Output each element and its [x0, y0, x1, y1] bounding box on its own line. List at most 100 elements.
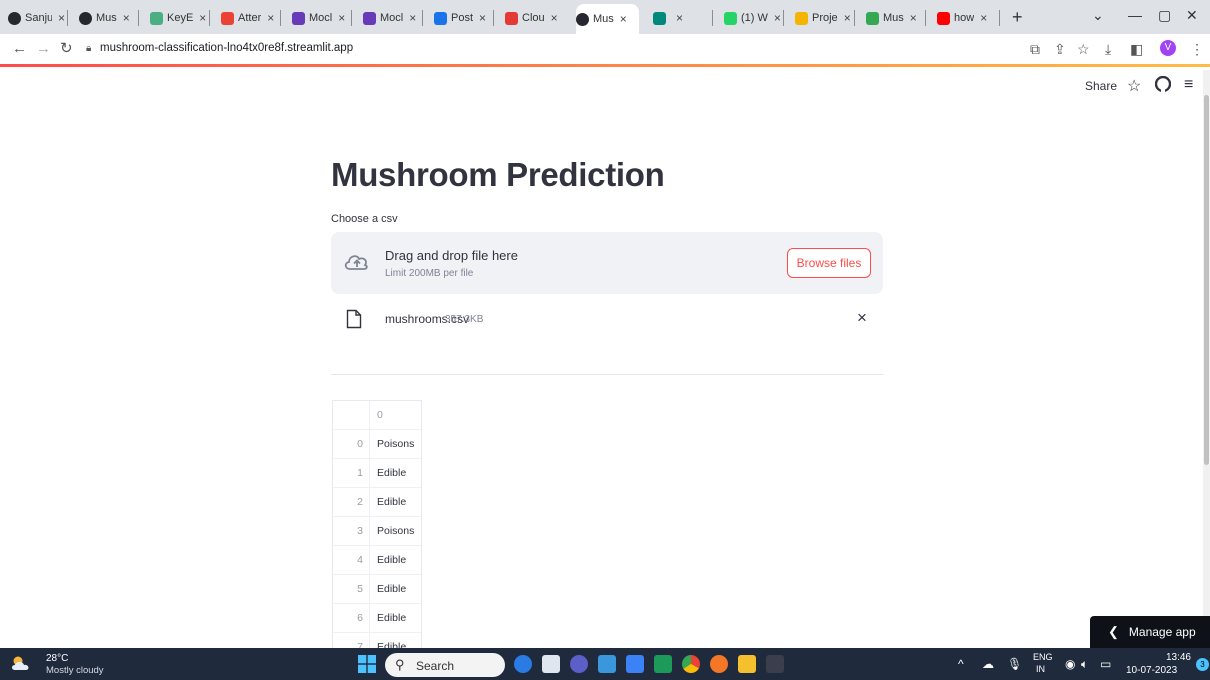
browser-tab[interactable]: how ×	[937, 6, 1000, 30]
widgets-icon[interactable]	[598, 655, 616, 673]
browser-tab[interactable]: Proje ×	[795, 6, 855, 30]
close-tab-icon[interactable]: ×	[338, 11, 345, 25]
prediction-dataframe[interactable]: 0 0 Poisons 1 Edible 2 Edible 3 Poisons 4 Edible 5 E…	[332, 400, 422, 649]
close-tab-icon[interactable]: ×	[58, 11, 65, 25]
close-tab-icon[interactable]: ×	[123, 11, 130, 25]
chrome-icon[interactable]	[682, 655, 700, 673]
lock-icon[interactable]: 🔒︎	[86, 43, 91, 54]
maximize-icon[interactable]: ▢	[1158, 7, 1171, 24]
prediction-cell[interactable]: Edible	[370, 488, 421, 516]
close-tab-icon[interactable]: ×	[409, 11, 416, 25]
prediction-cell[interactable]: Edible	[370, 575, 421, 603]
new-tab-button[interactable]: +	[1012, 8, 1023, 26]
tray-overflow-icon[interactable]: ^	[958, 657, 964, 671]
table-row[interactable]: 1 Edible	[333, 459, 421, 488]
close-tab-icon[interactable]: ×	[980, 11, 987, 25]
notification-badge[interactable]: 3	[1196, 658, 1209, 671]
address-bar[interactable]: mushroom-classification-lno4tx0re8f.stre…	[100, 42, 353, 54]
browser-tab[interactable]: ×	[653, 6, 713, 30]
browser-menu-icon[interactable]: ⋮	[1190, 40, 1204, 58]
browser-tab[interactable]: Mocl ×	[363, 6, 423, 30]
browser-tab[interactable]: Post ×	[434, 6, 494, 30]
close-tab-icon[interactable]: ×	[620, 12, 627, 26]
table-row[interactable]: 2 Edible	[333, 488, 421, 517]
table-row[interactable]: 5 Edible	[333, 575, 421, 604]
back-icon[interactable]: ←	[12, 40, 27, 58]
prediction-cell[interactable]: Poisons	[370, 430, 421, 458]
browser-tab[interactable]: Atter ×	[221, 6, 281, 30]
page-title: Mushroom Prediction	[331, 156, 665, 193]
taskbar-date[interactable]: 10-07-2023	[1126, 665, 1177, 676]
prediction-cell[interactable]: Edible	[370, 546, 421, 574]
bookmark-star-icon[interactable]: ☆	[1077, 40, 1090, 58]
app-menu-icon[interactable]: ≡	[1184, 76, 1193, 94]
prediction-cell[interactable]: Edible	[370, 633, 421, 649]
windows-start-icon[interactable]	[358, 655, 376, 673]
profile-avatar[interactable]: V	[1160, 40, 1176, 56]
close-tab-icon[interactable]: ×	[199, 11, 206, 25]
close-tab-icon[interactable]: ×	[844, 11, 851, 25]
share-page-icon[interactable]: ⇪	[1054, 40, 1066, 58]
scrollbar-thumb[interactable]	[1204, 95, 1209, 465]
browse-files-button[interactable]: Browse files	[787, 248, 871, 278]
onedrive-icon[interactable]: ☁	[982, 657, 994, 671]
side-panel-icon[interactable]: ◧	[1130, 40, 1143, 58]
close-tab-icon[interactable]: ×	[676, 11, 683, 25]
close-tab-icon[interactable]: ×	[551, 11, 558, 25]
manage-app-button[interactable]: ❮ Manage app	[1090, 616, 1210, 648]
star-icon[interactable]: ☆	[1127, 76, 1141, 96]
dataframe-column-header[interactable]: 0	[370, 401, 421, 429]
tab-separator	[209, 10, 210, 26]
browser-tab[interactable]: (1) W ×	[724, 6, 784, 30]
browser-tab[interactable]: Mocl ×	[292, 6, 352, 30]
weather-temperature[interactable]: 28°C	[46, 653, 68, 664]
browser-tab[interactable]: Clou ×	[505, 6, 562, 30]
table-row[interactable]: 3 Poisons	[333, 517, 421, 546]
table-row[interactable]: 6 Edible	[333, 604, 421, 633]
close-tab-icon[interactable]: ×	[267, 11, 274, 25]
weather-cloud-icon[interactable]	[10, 655, 32, 671]
close-window-icon[interactable]: ✕	[1186, 7, 1198, 24]
wifi-icon[interactable]: ◉	[1065, 657, 1075, 671]
browser-tab[interactable]: Mus ×	[79, 6, 139, 30]
remove-file-icon[interactable]: ×	[857, 309, 867, 327]
excel-icon[interactable]	[654, 655, 672, 673]
browser-tab[interactable]: Mus ×	[866, 6, 926, 30]
terminal-icon[interactable]	[766, 655, 784, 673]
taskbar-clock[interactable]: 13:46	[1153, 652, 1191, 663]
prediction-cell[interactable]: Edible	[370, 459, 421, 487]
prediction-cell[interactable]: Poisons	[370, 517, 421, 545]
close-tab-icon[interactable]: ×	[910, 11, 917, 25]
file-explorer-icon[interactable]	[738, 655, 756, 673]
install-app-icon[interactable]: ⧉	[1030, 40, 1040, 58]
share-link[interactable]: Share	[1085, 79, 1117, 93]
volume-icon[interactable]: 🔈︎	[1081, 657, 1088, 672]
notepad-icon[interactable]	[626, 655, 644, 673]
jupyter-icon[interactable]	[710, 655, 728, 673]
table-row[interactable]: 4 Edible	[333, 546, 421, 575]
github-icon[interactable]	[1154, 75, 1172, 97]
teams-chat-icon[interactable]	[570, 655, 588, 673]
reload-icon[interactable]: ↻	[60, 40, 73, 58]
close-tab-icon[interactable]: ×	[479, 11, 486, 25]
table-row[interactable]: 7 Edible	[333, 633, 421, 649]
forward-icon[interactable]: →	[36, 40, 51, 58]
region-indicator[interactable]: IN	[1036, 664, 1045, 674]
drop-instructions: Drag and drop file here	[385, 248, 518, 263]
bing-icon[interactable]	[514, 655, 532, 673]
task-view-icon[interactable]	[542, 655, 560, 673]
weather-condition[interactable]: Mostly cloudy	[46, 665, 104, 676]
browser-tab[interactable]: Sanju ×	[8, 6, 68, 30]
table-row[interactable]: 0 Poisons	[333, 430, 421, 459]
prediction-cell[interactable]: Edible	[370, 604, 421, 632]
close-tab-icon[interactable]: ×	[774, 11, 781, 25]
microphone-icon[interactable]: 🎙︎	[1007, 657, 1022, 671]
browser-tab[interactable]: KeyE ×	[150, 6, 210, 30]
minimize-icon[interactable]: —	[1128, 7, 1142, 23]
language-indicator[interactable]: ENG	[1033, 652, 1053, 662]
tab-search-icon[interactable]: ⌄	[1092, 7, 1104, 24]
browser-tab[interactable]: Mus ×	[576, 4, 639, 34]
tab-separator	[999, 10, 1000, 26]
download-icon[interactable]: ⤓	[1105, 40, 1111, 58]
battery-icon[interactable]: ▭	[1100, 657, 1111, 671]
